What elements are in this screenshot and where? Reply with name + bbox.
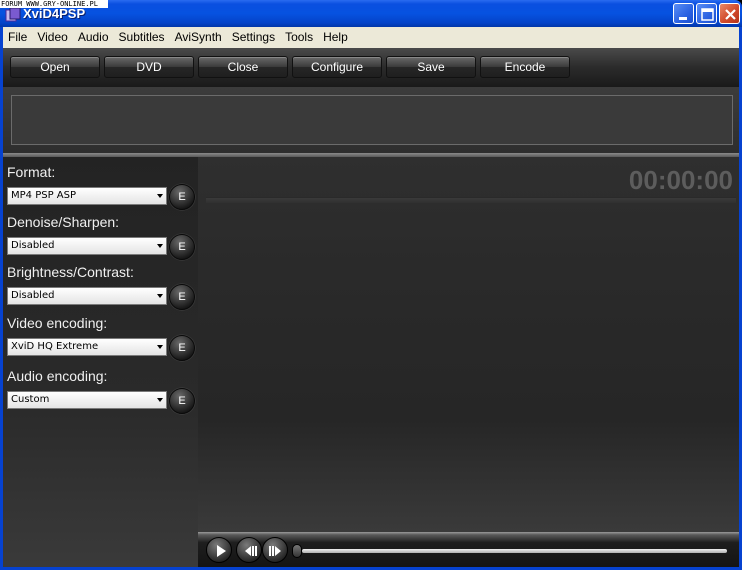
play-button[interactable] bbox=[206, 537, 232, 563]
close-button[interactable]: Close bbox=[198, 56, 288, 78]
chevron-down-icon bbox=[157, 194, 163, 198]
minimize-button[interactable] bbox=[673, 3, 694, 24]
info-textbox[interactable] bbox=[11, 95, 733, 145]
seek-slider-track[interactable] bbox=[302, 549, 727, 553]
video-encoding-select-value: XviD HQ Extreme bbox=[11, 341, 99, 352]
dvd-button[interactable]: DVD bbox=[104, 56, 194, 78]
menu-file[interactable]: File bbox=[3, 27, 32, 48]
video-preview: 00:00:00 bbox=[198, 157, 739, 532]
app-icon bbox=[5, 7, 21, 23]
timecode-display: 00:00:00 bbox=[628, 165, 733, 195]
preview-progress bbox=[206, 197, 736, 203]
brightness-edit-button[interactable]: E bbox=[169, 284, 195, 310]
play-icon bbox=[217, 545, 226, 557]
title-bar: XviD4PSP bbox=[0, 0, 742, 27]
maximize-icon bbox=[701, 8, 714, 21]
info-area bbox=[3, 87, 739, 153]
configure-button[interactable]: Configure bbox=[292, 56, 382, 78]
brightness-select[interactable]: Disabled bbox=[7, 287, 167, 305]
audio-encoding-select-value: Custom bbox=[11, 394, 50, 405]
menu-help[interactable]: Help bbox=[318, 27, 353, 48]
menu-video[interactable]: Video bbox=[32, 27, 72, 48]
format-select[interactable]: MP4 PSP ASP bbox=[7, 187, 167, 205]
brightness-label: Brightness/Contrast: bbox=[7, 264, 134, 280]
menu-bar: File Video Audio Subtitles AviSynth Sett… bbox=[3, 27, 739, 48]
chevron-down-icon bbox=[157, 244, 163, 248]
previous-frame-button[interactable] bbox=[236, 537, 262, 563]
denoise-label: Denoise/Sharpen: bbox=[7, 214, 120, 230]
audio-encoding-label: Audio encoding: bbox=[7, 368, 108, 384]
brightness-select-value: Disabled bbox=[11, 290, 55, 301]
encode-button[interactable]: Encode bbox=[480, 56, 570, 78]
open-button[interactable]: Open bbox=[10, 56, 100, 78]
settings-panel: Format: MP4 PSP ASP E Denoise/Sharpen: D… bbox=[3, 157, 198, 567]
menu-subtitles[interactable]: Subtitles bbox=[114, 27, 170, 48]
player-controls bbox=[198, 532, 739, 567]
denoise-select[interactable]: Disabled bbox=[7, 237, 167, 255]
chevron-down-icon bbox=[157, 345, 163, 349]
close-window-button[interactable] bbox=[719, 3, 740, 24]
chevron-down-icon bbox=[157, 398, 163, 402]
audio-encoding-edit-button[interactable]: E bbox=[169, 388, 195, 414]
toolbar: Open DVD Close Configure Save Encode bbox=[3, 48, 739, 87]
watermark: FORUM WWW.GRY-ONLINE.PL bbox=[0, 0, 108, 8]
save-button[interactable]: Save bbox=[386, 56, 476, 78]
audio-encoding-select[interactable]: Custom bbox=[7, 391, 167, 409]
step-forward-icon bbox=[269, 546, 281, 556]
menu-settings[interactable]: Settings bbox=[227, 27, 280, 48]
close-icon bbox=[725, 9, 736, 20]
menu-audio[interactable]: Audio bbox=[73, 27, 114, 48]
step-back-icon bbox=[245, 546, 257, 556]
denoise-select-value: Disabled bbox=[11, 240, 55, 251]
denoise-edit-button[interactable]: E bbox=[169, 234, 195, 260]
format-select-value: MP4 PSP ASP bbox=[11, 190, 77, 201]
menu-avisynth[interactable]: AviSynth bbox=[170, 27, 227, 48]
video-encoding-select[interactable]: XviD HQ Extreme bbox=[7, 338, 167, 356]
format-edit-button[interactable]: E bbox=[169, 184, 195, 210]
video-encoding-label: Video encoding: bbox=[7, 315, 108, 331]
next-frame-button[interactable] bbox=[262, 537, 288, 563]
menu-tools[interactable]: Tools bbox=[280, 27, 318, 48]
video-encoding-edit-button[interactable]: E bbox=[169, 335, 195, 361]
minimize-icon bbox=[679, 17, 687, 20]
format-label: Format: bbox=[7, 164, 56, 180]
chevron-down-icon bbox=[157, 294, 163, 298]
window-title: XviD4PSP bbox=[23, 6, 86, 21]
maximize-button[interactable] bbox=[696, 3, 717, 24]
seek-slider-handle[interactable] bbox=[292, 544, 302, 558]
